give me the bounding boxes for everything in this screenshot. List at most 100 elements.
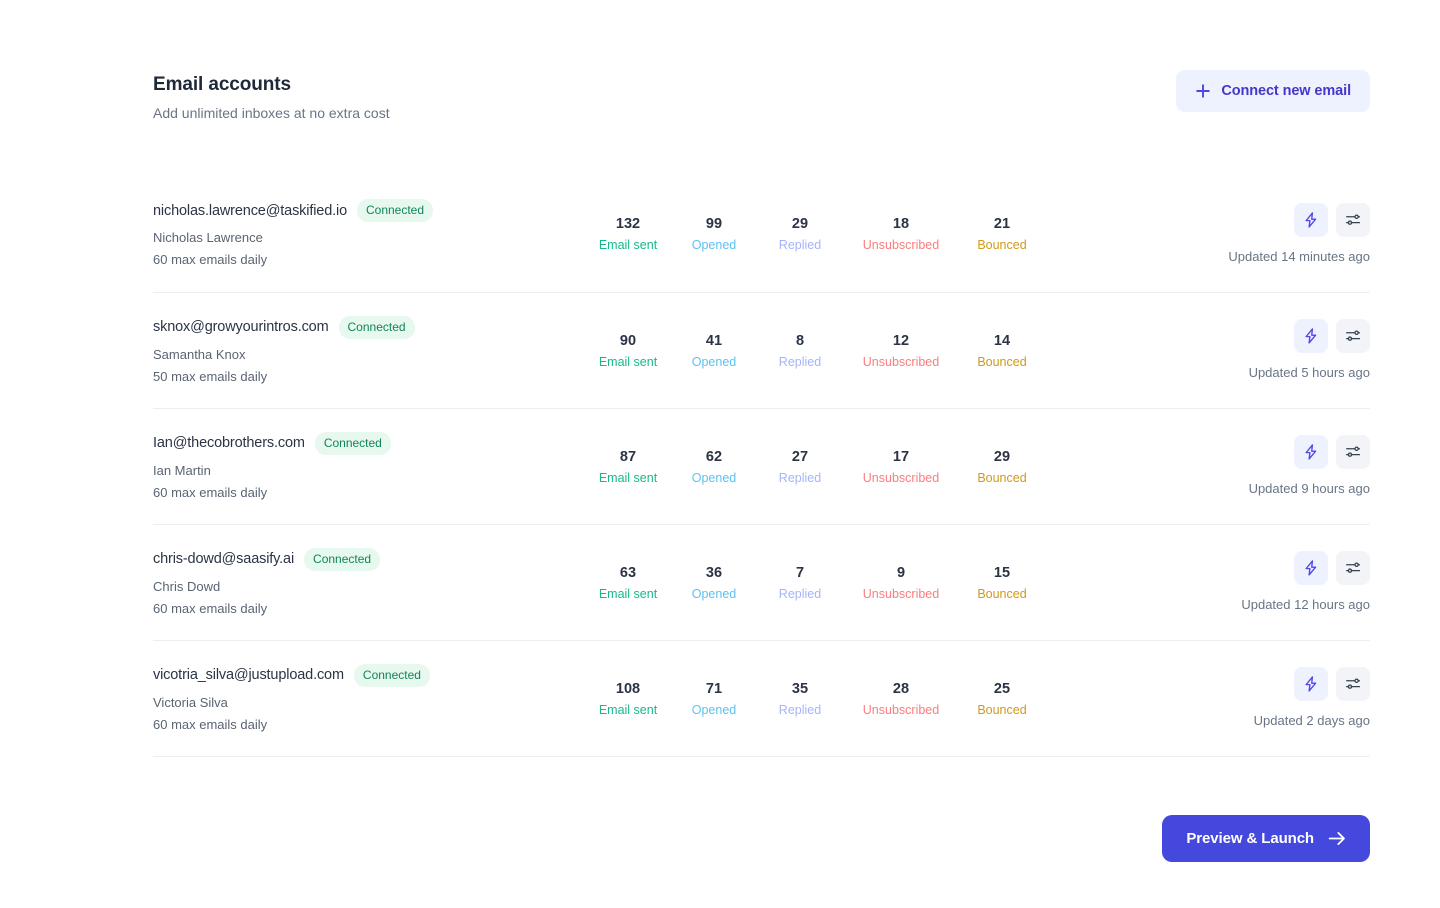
sliders-settings-icon[interactable]: [1336, 319, 1370, 353]
page-footer: Preview & Launch: [153, 815, 1370, 862]
account-daily-limit: 50 max emails daily: [153, 368, 268, 384]
stat-label-opened: Opened: [691, 702, 737, 717]
connect-new-email-button[interactable]: Connect new email: [1176, 70, 1370, 112]
sliders-settings-icon[interactable]: [1336, 551, 1370, 585]
account-info: chris-dowd@saasify.ai Connected Chris Dowd…: [153, 547, 573, 618]
stat-value-email_sent: 63: [619, 564, 637, 581]
account-email[interactable]: vicotria_silva@justupload.com: [153, 665, 344, 685]
stat-opened: 41 Opened: [671, 331, 757, 371]
account-action-buttons: [1294, 435, 1370, 469]
status-badge: Connected: [353, 663, 430, 687]
account-owner-name: Chris Dowd: [153, 578, 221, 594]
page-subtitle: Add unlimited inboxes at no extra cost: [153, 105, 390, 121]
lightning-bolt-icon[interactable]: [1294, 319, 1328, 353]
lightning-bolt-icon[interactable]: [1294, 202, 1328, 237]
stat-value-opened: 41: [705, 332, 723, 349]
sliders-settings-icon[interactable]: [1336, 667, 1370, 701]
page-content: Email accounts Add unlimited inboxes at …: [153, 0, 1370, 862]
stat-label-unsubscribed: Unsubscribed: [862, 586, 940, 601]
connect-new-email-label: Connect new email: [1221, 83, 1351, 99]
stat-label-replied: Replied: [778, 702, 822, 717]
account-info: vicotria_silva@justupload.com Connected Vi…: [153, 663, 573, 734]
stat-email_sent: 63 Email sent: [585, 563, 671, 603]
stat-label-unsubscribed: Unsubscribed: [862, 354, 940, 369]
stat-label-bounced: Bounced: [977, 354, 1027, 369]
account-email[interactable]: Ian@thecobrothers.com: [153, 433, 305, 453]
status-badge: Connected: [314, 431, 391, 455]
account-stats: 132 Email sent 99 Opened 29 Replied 18 Unsubscr…: [585, 214, 1045, 254]
account-row-actions: Updated 14 minutes ago: [1228, 202, 1370, 266]
account-info: nicholas.lawrence@taskified.io Connected N…: [153, 199, 573, 269]
account-daily-limit: 60 max emails daily: [153, 252, 268, 267]
account-stats: 90 Email sent 41 Opened 8 Replied 12 Unsubscrib…: [585, 331, 1045, 371]
stat-label-bounced: Bounced: [977, 702, 1027, 717]
account-updated-timestamp: Updated 12 hours ago: [1241, 597, 1370, 612]
email-account-row: Ian@thecobrothers.com Connected Ian Martin…: [153, 408, 1370, 524]
preview-and-launch-button[interactable]: Preview & Launch: [1162, 815, 1370, 862]
email-account-row: sknox@growyourintros.com Connected Samanth…: [153, 292, 1370, 408]
stat-unsubscribed: 17 Unsubscribed: [843, 447, 959, 487]
account-daily-limit: 60 max emails daily: [153, 600, 268, 616]
stat-value-opened: 71: [705, 680, 723, 697]
stat-opened: 99 Opened: [671, 214, 757, 254]
account-identity-line: nicholas.lawrence@taskified.io Connected: [153, 199, 573, 222]
stat-replied: 35 Replied: [757, 679, 843, 719]
stat-replied: 7 Replied: [757, 563, 843, 603]
account-row-actions: Updated 2 days ago: [1254, 667, 1370, 730]
stat-value-bounced: 21: [993, 216, 1011, 232]
account-row-actions: Updated 5 hours ago: [1249, 319, 1370, 382]
stat-label-bounced: Bounced: [977, 238, 1027, 252]
account-email[interactable]: sknox@growyourintros.com: [153, 317, 329, 337]
stat-replied: 27 Replied: [757, 447, 843, 487]
stat-label-replied: Replied: [778, 586, 822, 601]
stat-value-replied: 7: [795, 564, 805, 581]
account-action-buttons: [1294, 551, 1370, 585]
sliders-settings-icon[interactable]: [1336, 202, 1370, 237]
stat-email_sent: 87 Email sent: [585, 447, 671, 487]
account-identity-line: sknox@growyourintros.com Connected: [153, 315, 573, 339]
stat-value-bounced: 29: [993, 448, 1011, 465]
stat-bounced: 14 Bounced: [959, 331, 1045, 371]
stat-unsubscribed: 18 Unsubscribed: [843, 214, 959, 254]
stat-value-replied: 35: [791, 680, 809, 697]
sliders-settings-icon[interactable]: [1336, 435, 1370, 469]
lightning-bolt-icon[interactable]: [1294, 435, 1328, 469]
stat-value-email_sent: 87: [619, 448, 637, 465]
stat-opened: 62 Opened: [671, 447, 757, 487]
account-stats: 108 Email sent 71 Opened 35 Replied 28 Unsubscr…: [585, 679, 1045, 719]
account-action-buttons: [1294, 319, 1370, 353]
stat-opened: 71 Opened: [671, 679, 757, 719]
stat-value-replied: 29: [791, 216, 809, 232]
stat-label-opened: Opened: [691, 470, 737, 485]
stat-label-opened: Opened: [691, 586, 737, 601]
stat-value-opened: 99: [705, 216, 723, 232]
account-identity-line: vicotria_silva@justupload.com Connected: [153, 663, 573, 687]
lightning-bolt-icon[interactable]: [1294, 667, 1328, 701]
stat-label-email_sent: Email sent: [598, 354, 658, 369]
stat-value-unsubscribed: 28: [892, 680, 910, 697]
account-info: sknox@growyourintros.com Connected Samanth…: [153, 315, 573, 386]
page-header: Email accounts Add unlimited inboxes at …: [153, 0, 1370, 124]
email-account-row: nicholas.lawrence@taskified.io Connected N…: [153, 176, 1370, 292]
account-updated-timestamp: Updated 14 minutes ago: [1228, 248, 1370, 264]
stat-value-unsubscribed: 17: [892, 448, 910, 465]
stat-label-opened: Opened: [691, 238, 737, 252]
stat-value-unsubscribed: 18: [892, 216, 910, 232]
preview-and-launch-label: Preview & Launch: [1186, 830, 1314, 847]
account-email[interactable]: chris-dowd@saasify.ai: [153, 549, 294, 569]
status-badge: Connected: [356, 199, 434, 222]
header-text-block: Email accounts Add unlimited inboxes at …: [153, 70, 390, 124]
account-updated-timestamp: Updated 9 hours ago: [1248, 481, 1370, 496]
stat-label-replied: Replied: [778, 238, 822, 252]
stat-value-email_sent: 108: [615, 680, 641, 697]
lightning-bolt-icon[interactable]: [1294, 551, 1328, 585]
account-stats: 63 Email sent 36 Opened 7 Replied 9 Unsubscribe…: [585, 563, 1045, 603]
account-owner-name: Ian Martin: [153, 462, 211, 478]
email-account-row: vicotria_silva@justupload.com Connected Vi…: [153, 640, 1370, 756]
stat-value-unsubscribed: 9: [896, 564, 906, 581]
stat-replied: 29 Replied: [757, 214, 843, 254]
account-row-actions: Updated 9 hours ago: [1249, 435, 1370, 498]
status-badge: Connected: [304, 547, 381, 571]
plus-icon: [1195, 83, 1211, 99]
account-email[interactable]: nicholas.lawrence@taskified.io: [153, 201, 347, 221]
